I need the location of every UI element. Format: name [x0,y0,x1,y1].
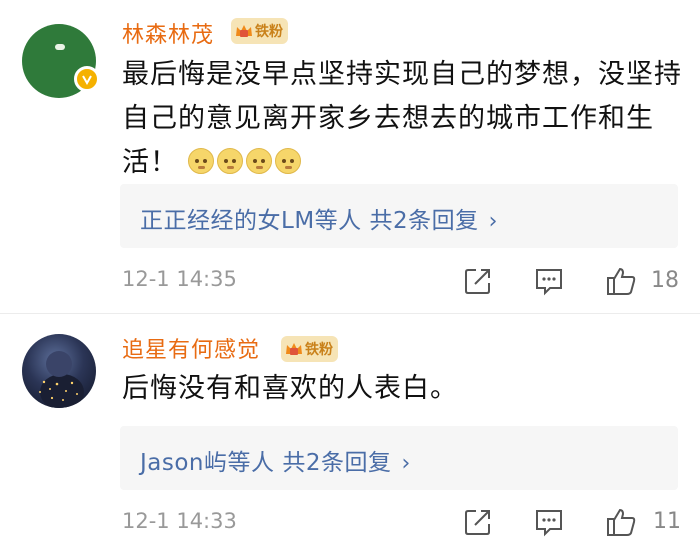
fan-badge-label: 铁粉 [305,342,333,358]
comment-icon[interactable] [533,506,565,538]
fan-badge-label: 铁粉 [255,24,283,40]
fan-badge[interactable]: 铁粉 [281,336,338,362]
fan-badge[interactable]: 铁粉 [231,18,288,44]
chevron-right-icon: › [488,209,498,234]
emoji-icon [245,148,272,174]
share-icon[interactable] [462,506,494,538]
replies-preview[interactable]: 正正经经的女LM等人 共2条回复 › [120,184,678,248]
crown-icon [286,343,302,355]
comment-divider [0,313,700,314]
emoji-icon [187,148,214,174]
comment-text: 最后悔是没早点坚持实现自己的梦想，没坚持自己的意见离开家乡去想去的城市工作和生活… [122,53,682,185]
avatar-image [39,351,84,408]
replies-preview[interactable]: Jason屿等人 共2条回复 › [120,426,678,490]
timestamp: 12-1 14:35 [122,267,237,291]
emoji-icon [274,148,301,174]
like-count: 11 [653,509,681,534]
crown-icon [236,25,252,37]
avatar[interactable] [22,334,96,408]
like-count: 18 [651,268,679,293]
username[interactable]: 追星有何感觉 [122,332,260,364]
like-icon[interactable] [605,265,637,297]
reply-summary[interactable]: Jason屿等人 共2条回复 [140,450,391,476]
username[interactable]: 林森林茂 [122,17,214,49]
emoji-icon [216,148,243,174]
timestamp: 12-1 14:33 [122,509,237,533]
chevron-right-icon: › [401,451,411,476]
comment-icon[interactable] [533,265,565,297]
share-icon[interactable] [462,265,494,297]
reply-summary[interactable]: 正正经经的女LM等人 共2条回复 [140,208,479,234]
comment-item: 追星有何感觉 铁粉 后悔没有和喜欢的人表白。 Jason屿等人 共2条回复 › 1… [0,315,700,556]
comment-text: 后悔没有和喜欢的人表白。 [122,373,458,404]
like-icon[interactable] [605,506,637,538]
